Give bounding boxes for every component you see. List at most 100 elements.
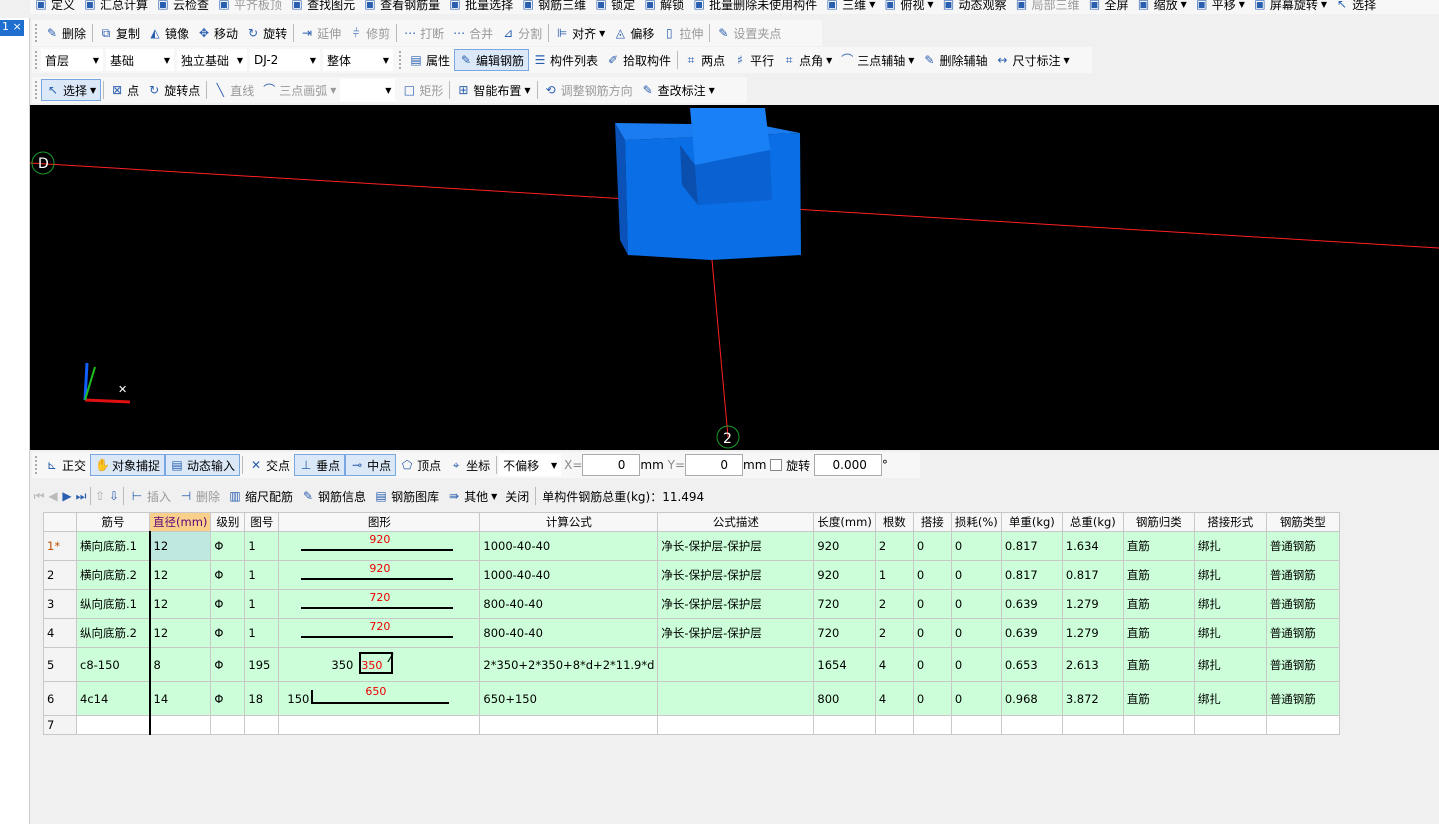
cell-grade[interactable]: Φ <box>210 531 246 561</box>
tool-10-button[interactable]: ▣ 批量删除未使用构件 <box>688 0 821 15</box>
table-row-empty[interactable]: 7 <box>43 715 1340 735</box>
first-record-icon[interactable]: ⏮ <box>32 489 46 503</box>
tool-2-button[interactable]: ▣ 云检查 <box>152 0 213 15</box>
cell-count[interactable]: 4 <box>874 681 914 716</box>
tool-16-button[interactable]: ▣ 缩放 ▼ <box>1133 0 1191 15</box>
cell-empty[interactable] <box>479 715 659 735</box>
last-record-icon[interactable]: ⏭ <box>74 489 88 503</box>
snap-6-toggle[interactable]: ⬠ 顶点 <box>396 454 445 476</box>
cell-desc[interactable]: 净长-保护层-保护层 <box>657 560 815 590</box>
tool-0-button[interactable]: ✎ 删除 <box>41 22 90 44</box>
cell-d[interactable]: 8 <box>148 647 212 682</box>
cell-fig[interactable]: 195 <box>244 647 280 682</box>
rebar-tool-0-button[interactable]: ⊢ 插入 <box>126 485 175 507</box>
cell-lap[interactable]: 0 <box>912 531 952 561</box>
column-header[interactable]: 计算公式 <box>479 512 659 532</box>
tool-13-button[interactable]: ▣ 动态观察 <box>938 0 1011 15</box>
cell-shape[interactable]: 150 650 <box>278 681 481 716</box>
tool-1-button[interactable]: ▣ 汇总计算 <box>79 0 152 15</box>
tool-19-button[interactable]: ↖ 选择 <box>1331 0 1380 15</box>
cell-name[interactable]: 纵向底筋.2 <box>76 618 150 648</box>
cell-cat[interactable]: 直筋 <box>1122 618 1195 648</box>
column-header[interactable]: 单重(kg) <box>1000 512 1063 532</box>
tool-0-button[interactable]: ▣ 定义 <box>30 0 79 15</box>
tool-9-button[interactable]: ▣ 解锁 <box>639 0 688 15</box>
cell-cat[interactable]: 直筋 <box>1122 647 1195 682</box>
snap-3-toggle[interactable]: ✕ 交点 <box>245 454 294 476</box>
cell-lapform[interactable]: 绑扎 <box>1193 560 1267 590</box>
tool-8-button[interactable]: ✎ 删除辅轴 <box>918 49 991 71</box>
tool-5-button[interactable]: ⇥ 延伸 <box>296 22 345 44</box>
cell-name[interactable]: 横向底筋.2 <box>76 560 150 590</box>
component-select[interactable]: DJ-2 ▼ <box>250 49 320 71</box>
cell-desc[interactable] <box>657 681 815 716</box>
tool-11-button[interactable]: ▣ 三维 ▼ <box>821 0 879 15</box>
move-down-icon[interactable]: ⇩ <box>107 489 121 503</box>
cell-empty[interactable]: 7 <box>43 715 77 735</box>
cell-d[interactable]: 12 <box>148 589 212 619</box>
tool-2-button[interactable]: ◭ 镜像 <box>144 22 193 44</box>
cell-grade[interactable]: Φ <box>210 589 246 619</box>
tool-3-button[interactable]: ✐ 拾取构件 <box>602 49 675 71</box>
cell-shape[interactable]: 920 <box>278 560 481 590</box>
column-header[interactable]: 图形 <box>278 512 481 532</box>
cell-idx[interactable]: 1* <box>43 531 77 561</box>
cell-kind[interactable]: 普通钢筋 <box>1265 589 1340 619</box>
cell-desc[interactable]: 净长-保护层-保护层 <box>657 589 815 619</box>
cell-unit[interactable]: 0.639 <box>1000 589 1063 619</box>
column-header[interactable] <box>43 512 77 532</box>
cell-loss[interactable]: 0 <box>950 618 1002 648</box>
table-row[interactable]: 1* 横向底筋.1 12 Φ 1 920 1000-40-40 净长-保护层-保护层 920 2 0… <box>43 531 1340 561</box>
cell-formula[interactable]: 1000-40-40 <box>479 531 659 561</box>
rebar-tool-4-button[interactable]: ▤ 钢筋图库 <box>370 485 443 507</box>
cell-shape[interactable]: 920 <box>278 531 481 561</box>
cell-total[interactable]: 2.613 <box>1061 647 1124 682</box>
cell-loss[interactable]: 0 <box>950 647 1002 682</box>
snap-2-toggle[interactable]: ▤ 动态输入 <box>165 454 241 476</box>
cell-total[interactable]: 3.872 <box>1061 681 1124 716</box>
cell-d[interactable]: 12 <box>148 618 212 648</box>
tool-7-button[interactable]: ⌒ 三点辅轴 ▼ <box>836 49 918 71</box>
cell-lapform[interactable]: 绑扎 <box>1193 589 1267 619</box>
cell-kind[interactable]: 普通钢筋 <box>1265 618 1340 648</box>
cell-total[interactable]: 0.817 <box>1061 560 1124 590</box>
offset-select[interactable]: 不偏移 ▼ <box>499 454 562 476</box>
rebar-tool-6-button[interactable]: 关闭 <box>501 485 533 507</box>
cell-formula[interactable]: 800-40-40 <box>479 589 659 619</box>
cell-empty[interactable] <box>950 715 1002 735</box>
cell-desc[interactable] <box>657 647 815 682</box>
tool-4-button[interactable]: ↻ 旋转 <box>242 22 291 44</box>
rotate-input[interactable]: 0.000 <box>813 454 882 476</box>
tool-5-button[interactable]: ♯ 平行 <box>729 49 778 71</box>
cell-len[interactable]: 920 <box>813 560 876 590</box>
column-header[interactable]: 总重(kg) <box>1061 512 1124 532</box>
cell-formula[interactable]: 800-40-40 <box>479 618 659 648</box>
column-header[interactable]: 直径(mm) <box>148 512 212 532</box>
cell-empty[interactable] <box>874 715 914 735</box>
line-style-select[interactable]: ▼ <box>340 79 396 101</box>
snap-1-toggle[interactable]: ✋ 对象捕捉 <box>90 454 166 476</box>
cell-empty[interactable] <box>1000 715 1063 735</box>
tool-1-button[interactable]: ⊠ 点 <box>106 79 143 101</box>
cell-count[interactable]: 2 <box>874 589 914 619</box>
cell-fig[interactable]: 1 <box>244 560 280 590</box>
tool-14-button[interactable]: ▣ 局部三维 <box>1011 0 1084 15</box>
tool-17-button[interactable]: ▣ 平移 ▼ <box>1191 0 1249 15</box>
cell-fig[interactable]: 1 <box>244 531 280 561</box>
cell-kind[interactable]: 普通钢筋 <box>1265 681 1340 716</box>
cell-loss[interactable]: 0 <box>950 531 1002 561</box>
y-input[interactable]: 0 <box>685 454 744 476</box>
cell-empty[interactable] <box>210 715 246 735</box>
cell-idx[interactable]: 3 <box>43 589 77 619</box>
cell-empty[interactable] <box>1265 715 1340 735</box>
cell-lap[interactable]: 0 <box>912 681 952 716</box>
column-header[interactable]: 根数 <box>874 512 914 532</box>
cell-kind[interactable]: 普通钢筋 <box>1265 647 1340 682</box>
tool-7-button[interactable]: ⋯ 打断 <box>399 22 448 44</box>
tool-2-button[interactable]: ↻ 旋转点 <box>143 79 204 101</box>
cell-unit[interactable]: 0.817 <box>1000 531 1063 561</box>
cell-len[interactable]: 720 <box>813 589 876 619</box>
tool-8-button[interactable]: ▣ 锁定 <box>590 0 639 15</box>
cell-desc[interactable]: 净长-保护层-保护层 <box>657 531 815 561</box>
cell-count[interactable]: 2 <box>874 618 914 648</box>
